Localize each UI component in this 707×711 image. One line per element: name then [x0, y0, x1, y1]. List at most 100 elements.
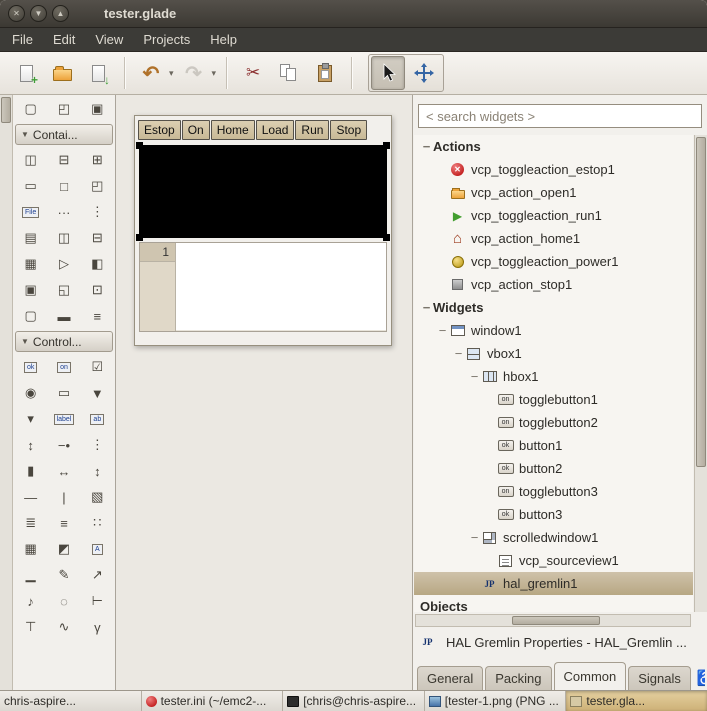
palette-item-linkbutton[interactable]: ↗ — [81, 562, 114, 588]
palette-item-toolbar[interactable]: ▬ — [47, 303, 80, 329]
minimize-button[interactable]: ▼ — [30, 5, 47, 22]
drag-resize-button[interactable] — [407, 56, 441, 90]
palette-item-vbuttonbox[interactable]: ⋮ — [81, 199, 114, 225]
expander-icon[interactable]: − — [468, 369, 481, 384]
tab-general[interactable]: General — [417, 666, 483, 690]
accessibility-icon[interactable]: ♿ — [697, 671, 705, 686]
menu-projects[interactable]: Projects — [133, 29, 200, 50]
tree-row-vcp-toggleaction-run1[interactable]: ▶vcp_toggleaction_run1 — [414, 204, 693, 227]
paste-button[interactable] — [308, 56, 342, 90]
selection-handle[interactable] — [136, 234, 143, 241]
palette-item-radiobutton[interactable]: ◉ — [14, 380, 47, 406]
palette-item-vbox[interactable]: ⊟ — [47, 147, 80, 173]
tree-row-window1[interactable]: −window1 — [414, 319, 693, 342]
palette-item-colorbutton[interactable]: ◩ — [47, 536, 80, 562]
palette-item-handlebox[interactable]: ⊡ — [81, 277, 114, 303]
palette-item-treeview[interactable]: ≡ — [47, 510, 80, 536]
palette-item-dialog[interactable]: ◰ — [47, 96, 80, 122]
close-button[interactable]: ✕ — [8, 5, 25, 22]
palette-item-combobox[interactable]: ▾ — [14, 406, 47, 432]
palette-item-scrolledwindow[interactable]: ◱ — [47, 277, 80, 303]
select-button[interactable] — [371, 56, 405, 90]
menu-view[interactable]: View — [85, 29, 133, 50]
tree-row-vcp-toggleaction-estop1[interactable]: ✕vcp_toggleaction_estop1 — [414, 158, 693, 181]
tree-row-vcp-action-stop1[interactable]: vcp_action_stop1 — [414, 273, 693, 296]
design-button-on[interactable]: On — [182, 120, 210, 140]
palette-item-window[interactable]: ▢ — [14, 96, 47, 122]
palette-item-iconview[interactable]: ∷ — [81, 510, 114, 536]
palette-item-gamma[interactable]: γ — [81, 614, 114, 640]
tab-common[interactable]: Common — [554, 662, 627, 690]
design-button-load[interactable]: Load — [256, 120, 295, 140]
expander-icon[interactable]: − — [452, 346, 465, 361]
palette-item-calendar[interactable]: ▦ — [14, 536, 47, 562]
tree-row-vcp-action-home1[interactable]: ⌂vcp_action_home1 — [414, 227, 693, 250]
palette-item-fixed[interactable]: ▭ — [14, 173, 47, 199]
palette-item-curve[interactable]: ∿ — [47, 614, 80, 640]
palette-item-statusbar[interactable]: ▁ — [14, 562, 47, 588]
hal-gremlin-widget[interactable] — [139, 145, 387, 238]
redo-button[interactable]: ↷ — [177, 56, 211, 90]
palette-item-spinner[interactable]: ◌ — [47, 588, 80, 614]
palette-item-textview[interactable]: ≣ — [14, 510, 47, 536]
tree-row-button1[interactable]: okbutton1 — [414, 434, 693, 457]
palette-item-entry[interactable]: ▭ — [47, 380, 80, 406]
tree-row-vbox1[interactable]: −vbox1 — [414, 342, 693, 365]
tree-row-button2[interactable]: okbutton2 — [414, 457, 693, 480]
palette-item-vscrollbar[interactable]: ↕ — [81, 458, 114, 484]
save-button[interactable]: ↓ — [81, 56, 115, 90]
tree-horizontal-scrollbar-thumb[interactable] — [512, 616, 600, 625]
palette-item-vruler[interactable]: ⊤ — [14, 614, 47, 640]
tree-row-widgets[interactable]: −Widgets — [414, 296, 693, 319]
palette-item-hruler[interactable]: ⊢ — [81, 588, 114, 614]
palette-item-checkbutton[interactable]: ☑ — [81, 354, 114, 380]
menu-help[interactable]: Help — [200, 29, 247, 50]
tree-vertical-scrollbar[interactable] — [694, 135, 707, 612]
palette-item-hpaned[interactable]: ◫ — [47, 225, 80, 251]
expander-icon[interactable]: − — [420, 300, 433, 315]
palette-item-vscale[interactable]: ⋮ — [81, 432, 114, 458]
palette-item-eventbox[interactable]: ▢ — [14, 303, 47, 329]
tree-row-togglebutton2[interactable]: ontogglebutton2 — [414, 411, 693, 434]
palette-section-header-0[interactable]: ▼Contai... — [15, 124, 113, 145]
open-button[interactable] — [45, 56, 79, 90]
sourceview-text-area[interactable] — [176, 243, 386, 331]
tab-signals[interactable]: Signals — [628, 666, 691, 690]
copy-button[interactable] — [272, 56, 306, 90]
taskbar-item-tester-gla-[interactable]: tester.gla... — [565, 691, 707, 711]
tree-row-togglebutton3[interactable]: ontogglebutton3 — [414, 480, 693, 503]
palette-item-vseparator[interactable]: | — [47, 484, 80, 510]
design-canvas[interactable]: EstopOnHomeLoadRunStop 1 — [116, 95, 412, 690]
palette-item-drawingarea[interactable]: ✎ — [47, 562, 80, 588]
palette-item-volumebutton[interactable]: ♪ — [14, 588, 47, 614]
palette-item-filechooserwidget[interactable]: File — [14, 199, 47, 225]
palette-item-expander[interactable]: ▷ — [47, 251, 80, 277]
palette-section-header-1[interactable]: ▼Control... — [15, 331, 113, 352]
tree-row-scrolledwindow1[interactable]: −scrolledwindow1 — [414, 526, 693, 549]
palette-item-aspectframe[interactable]: ◰ — [81, 173, 114, 199]
palette-item-alignment[interactable]: ◧ — [81, 251, 114, 277]
tree-row-button3[interactable]: okbutton3 — [414, 503, 693, 526]
design-button-run[interactable]: Run — [295, 120, 329, 140]
maximize-button[interactable]: ▲ — [52, 5, 69, 22]
palette-item-frame[interactable]: □ — [47, 173, 80, 199]
redo-dropdown-arrow[interactable]: ▾ — [212, 56, 219, 90]
tree-row-hal-gremlin1[interactable]: JPhal_gremlin1 — [414, 572, 693, 595]
palette-item-layout[interactable]: ▦ — [14, 251, 47, 277]
expander-icon[interactable]: − — [420, 139, 433, 154]
palette-item-progressbar[interactable]: ▮ — [14, 458, 47, 484]
tree-row-hbox1[interactable]: −hbox1 — [414, 365, 693, 388]
taskbar-item--chris-chris-aspire-[interactable]: [chris@chris-aspire... — [282, 691, 424, 711]
palette-item-button[interactable]: ok — [14, 354, 47, 380]
palette-item-hbox[interactable]: ◫ — [14, 147, 47, 173]
menu-file[interactable]: File — [2, 29, 43, 50]
design-button-home[interactable]: Home — [211, 120, 255, 140]
sourceview-widget[interactable]: 1 — [139, 242, 387, 332]
palette-item-notebook[interactable]: ▤ — [14, 225, 47, 251]
taskbar-item--tester-1-png-png-[interactable]: [tester-1.png (PNG ... — [424, 691, 566, 711]
tree-row-actions[interactable]: −Actions — [414, 135, 693, 158]
expander-icon[interactable]: − — [468, 530, 481, 545]
palette-item-comboboxentry[interactable]: ▼ — [81, 380, 114, 406]
tree-row-togglebutton1[interactable]: ontogglebutton1 — [414, 388, 693, 411]
design-button-estop[interactable]: Estop — [138, 120, 181, 140]
